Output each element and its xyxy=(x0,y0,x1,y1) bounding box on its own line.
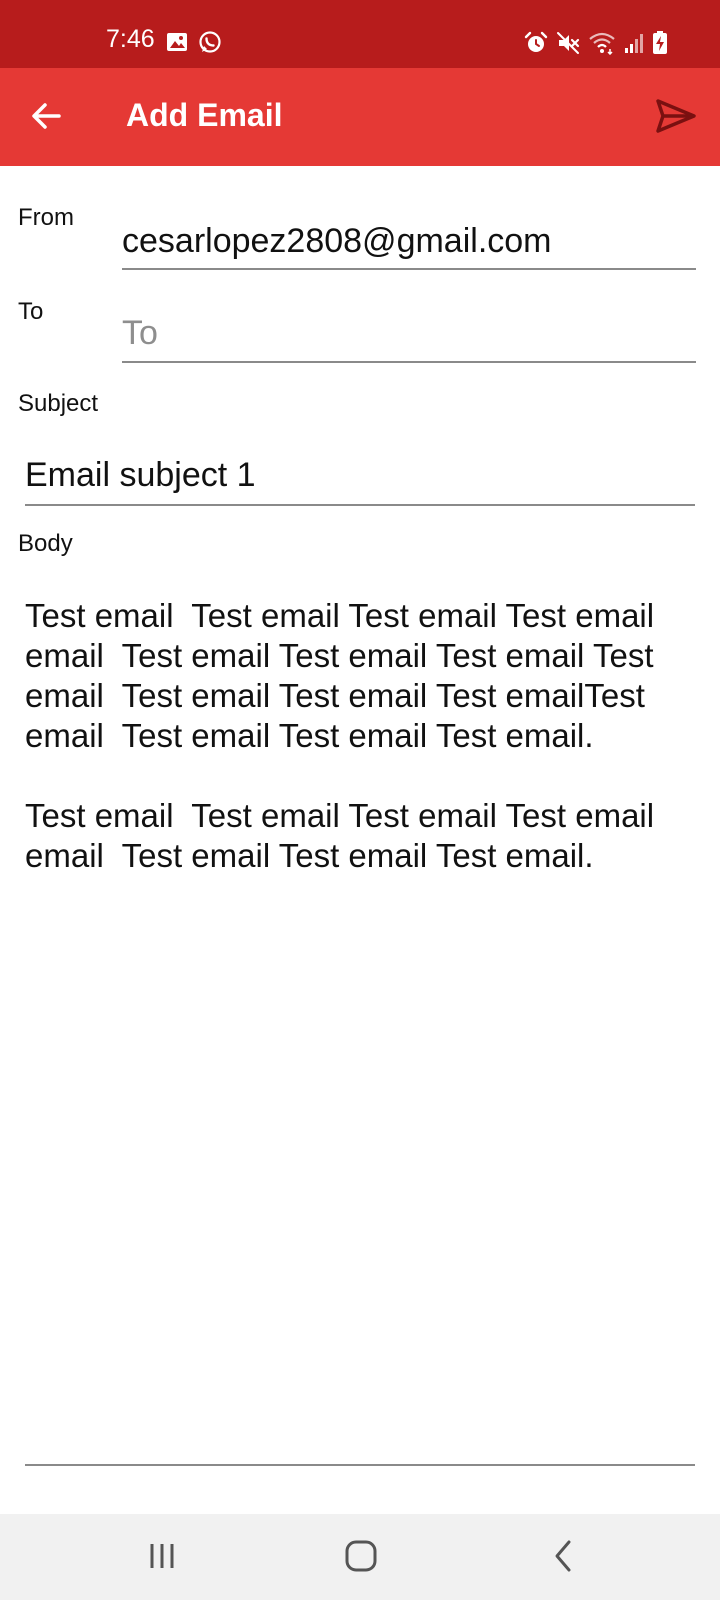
mute-icon xyxy=(556,31,580,60)
body-field[interactable]: Test email Test email Test email Test em… xyxy=(25,596,695,1466)
battery-charging-icon xyxy=(652,31,668,60)
signal-icon xyxy=(624,32,644,59)
nav-back-button[interactable] xyxy=(532,1526,596,1590)
send-button[interactable] xyxy=(652,94,700,142)
arrow-back-icon xyxy=(29,99,63,138)
status-left-icons xyxy=(166,30,222,59)
from-field[interactable] xyxy=(122,214,696,270)
whatsapp-icon xyxy=(198,30,222,59)
home-button[interactable] xyxy=(329,1526,393,1590)
page-title: Add Email xyxy=(126,97,283,133)
back-chevron-icon xyxy=(549,1539,579,1578)
home-icon xyxy=(344,1539,378,1578)
app-bar: Add Email xyxy=(0,68,720,166)
to-field[interactable] xyxy=(122,306,696,363)
wifi-icon xyxy=(588,31,616,60)
image-icon xyxy=(166,31,188,58)
navigation-bar xyxy=(0,1514,720,1600)
to-label: To xyxy=(18,298,44,325)
from-label: From xyxy=(18,204,74,231)
send-icon xyxy=(656,98,696,138)
status-bar: 7:46 xyxy=(0,0,720,68)
subject-label: Subject xyxy=(18,390,99,417)
status-time: 7:46 xyxy=(106,25,155,53)
alarm-icon xyxy=(524,31,548,60)
back-button[interactable] xyxy=(22,94,70,142)
body-label: Body xyxy=(18,530,73,557)
recents-icon xyxy=(146,1540,178,1577)
subject-field[interactable] xyxy=(25,446,695,506)
status-right-icons xyxy=(524,31,668,60)
recents-button[interactable] xyxy=(130,1526,194,1590)
